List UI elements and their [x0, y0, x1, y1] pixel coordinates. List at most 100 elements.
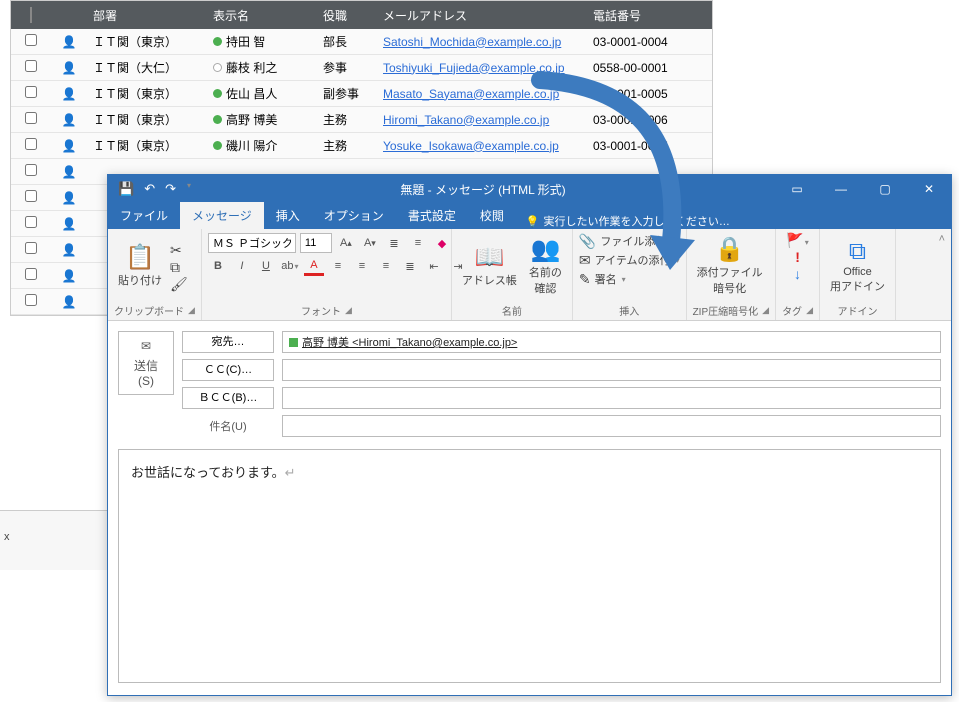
- bcc-field[interactable]: [282, 387, 941, 409]
- cell-mail[interactable]: Toshiyuki_Fujieda@example.co.jp: [377, 57, 587, 79]
- cell-role: 参事: [317, 55, 377, 80]
- underline-icon[interactable]: U: [256, 256, 276, 276]
- row-checkbox[interactable]: [25, 34, 37, 46]
- zip-encrypt-button[interactable]: 🔒 添付ファイル 暗号化: [693, 236, 767, 298]
- addins-icon: ⧉: [849, 240, 866, 264]
- header-checkbox-cell[interactable]: [11, 4, 51, 26]
- row-checkbox[interactable]: [25, 242, 37, 254]
- align-left-icon[interactable]: ≡: [328, 256, 348, 276]
- grow-font-icon[interactable]: A▴: [336, 233, 356, 253]
- send-button[interactable]: ✉ 送信 (S): [118, 331, 174, 395]
- dialog-launcher-icon[interactable]: ◢: [762, 305, 769, 316]
- indent-dec-icon[interactable]: ⇤: [424, 256, 444, 276]
- ribbon-options-icon[interactable]: ▭: [775, 175, 819, 203]
- tab-file[interactable]: ファイル: [108, 202, 180, 229]
- person-icon: 👤: [51, 161, 87, 183]
- person-icon: 👤: [51, 109, 87, 131]
- minimize-icon[interactable]: —: [819, 175, 863, 203]
- row-checkbox[interactable]: [25, 86, 37, 98]
- message-body[interactable]: お世話になっております。↵: [118, 449, 941, 683]
- row-checkbox[interactable]: [25, 138, 37, 150]
- undo-icon[interactable]: ↶: [144, 181, 155, 197]
- titlebar: 💾 ↶ ↷ ▾ 無題 - メッセージ (HTML 形式) ▭ — ▢ ✕: [108, 175, 951, 203]
- align-right-icon[interactable]: ≡: [376, 256, 396, 276]
- row-checkbox[interactable]: [25, 60, 37, 72]
- cell-mail[interactable]: Masato_Sayama@example.co.jp: [377, 83, 587, 105]
- tab-insert[interactable]: 挿入: [264, 202, 312, 229]
- follow-up-flag-icon[interactable]: 🚩▾: [786, 233, 808, 247]
- table-row[interactable]: 👤ＩＴ関（大仁）藤枝 利之参事Toshiyuki_Fujieda@example…: [11, 55, 712, 81]
- row-checkbox[interactable]: [25, 190, 37, 202]
- row-checkbox[interactable]: [25, 164, 37, 176]
- font-name-select[interactable]: [208, 233, 296, 253]
- highlight-icon[interactable]: ab▾: [280, 256, 300, 276]
- table-row[interactable]: 👤ＩＴ関（東京）高野 博美主務Hiromi_Takano@example.co.…: [11, 107, 712, 133]
- cell-mail[interactable]: Hiromi_Takano@example.co.jp: [377, 109, 587, 131]
- tab-review[interactable]: 校閲: [468, 202, 516, 229]
- row-checkbox[interactable]: [25, 294, 37, 306]
- align-justify-icon[interactable]: ≣: [400, 256, 420, 276]
- table-row[interactable]: 👤ＩＴ関（東京）持田 智部長Satoshi_Mochida@example.co…: [11, 29, 712, 55]
- header-role: 役職: [317, 3, 377, 28]
- font-size-select[interactable]: [300, 233, 332, 253]
- attach-item-button[interactable]: ✉アイテムの添付 ▾: [579, 252, 680, 268]
- presence-icon: [213, 63, 222, 72]
- to-button[interactable]: 宛先…: [182, 331, 274, 353]
- table-row[interactable]: 👤ＩＴ関（東京）佐山 昌人副参事Masato_Sayama@example.co…: [11, 81, 712, 107]
- paste-button[interactable]: 📋 貼り付け: [114, 244, 166, 290]
- tab-format[interactable]: 書式設定: [396, 202, 468, 229]
- low-importance-icon[interactable]: ↓: [794, 267, 801, 281]
- check-names-button[interactable]: 👥 名前の 確認: [525, 236, 566, 298]
- redo-icon[interactable]: ↷: [165, 181, 176, 197]
- shrink-font-icon[interactable]: A▾: [360, 233, 380, 253]
- numbering-icon[interactable]: ≡: [408, 233, 428, 253]
- cell-phone: 03-0001-0005: [587, 83, 697, 105]
- address-book-button[interactable]: 📖 アドレス帳: [458, 244, 521, 290]
- to-field[interactable]: 高野 博美 <Hiromi_Takano@example.co.jp>: [282, 331, 941, 353]
- dialog-launcher-icon[interactable]: ◢: [345, 305, 352, 316]
- cell-role: 主務: [317, 107, 377, 132]
- dialog-launcher-icon[interactable]: ◢: [806, 305, 813, 316]
- header-phone: 電話番号: [587, 3, 697, 28]
- row-checkbox[interactable]: [25, 112, 37, 124]
- attach-file-button[interactable]: 📎ファイル添付 ▾: [579, 233, 675, 249]
- row-checkbox[interactable]: [25, 268, 37, 280]
- table-row[interactable]: 👤ＩＴ関（東京）磯川 陽介主務Yosuke_Isokawa@example.co…: [11, 133, 712, 159]
- ribbon-group-include: 📎ファイル添付 ▾ ✉アイテムの添付 ▾ ✎署名 ▾ 挿入: [573, 229, 687, 320]
- bold-icon[interactable]: B: [208, 256, 228, 276]
- person-icon: 👤: [51, 187, 87, 209]
- maximize-icon[interactable]: ▢: [863, 175, 907, 203]
- table-header-row: 部署 表示名 役職 メールアドレス 電話番号: [11, 1, 712, 29]
- cc-field[interactable]: [282, 359, 941, 381]
- close-icon[interactable]: ✕: [907, 175, 951, 203]
- dialog-launcher-icon[interactable]: ◢: [188, 305, 195, 316]
- cell-mail[interactable]: Satoshi_Mochida@example.co.jp: [377, 31, 587, 53]
- subject-field[interactable]: [282, 415, 941, 437]
- align-center-icon[interactable]: ≡: [352, 256, 372, 276]
- cc-button[interactable]: ＣＣ(C)…: [182, 359, 274, 381]
- row-checkbox[interactable]: [25, 216, 37, 228]
- cell-name: 高野 博美: [207, 107, 317, 132]
- cell-phone: 03-0001-0006: [587, 109, 697, 131]
- save-icon[interactable]: 💾: [118, 181, 134, 197]
- format-painter-icon[interactable]: 🖌: [170, 277, 188, 291]
- tab-options[interactable]: オプション: [312, 202, 396, 229]
- copy-icon[interactable]: ⧉: [170, 260, 188, 274]
- high-importance-icon[interactable]: !: [795, 250, 800, 264]
- cut-icon[interactable]: ✂: [170, 243, 188, 257]
- italic-icon[interactable]: I: [232, 256, 252, 276]
- collapse-ribbon-icon[interactable]: ˄: [939, 233, 945, 245]
- recipient-chip[interactable]: 高野 博美 <Hiromi_Takano@example.co.jp>: [302, 334, 517, 350]
- bcc-button[interactable]: ＢＣＣ(B)…: [182, 387, 274, 409]
- tell-me-search[interactable]: 💡 実行したい作業を入力してください…: [516, 213, 740, 229]
- signature-button[interactable]: ✎署名 ▾: [579, 271, 626, 287]
- cell-phone: 03-0001-0004: [587, 31, 697, 53]
- tab-message[interactable]: メッセージ: [180, 202, 264, 229]
- cell-phone: 0558-00-0001: [587, 57, 697, 79]
- bullets-icon[interactable]: ≣: [384, 233, 404, 253]
- cell-mail[interactable]: Yosuke_Isokawa@example.co.jp: [377, 135, 587, 157]
- office-addins-button[interactable]: ⧉ Office 用アドイン: [826, 238, 889, 296]
- header-dept: 部署: [87, 3, 207, 28]
- clear-format-icon[interactable]: ◆: [432, 233, 452, 253]
- font-color-icon[interactable]: A: [304, 256, 324, 276]
